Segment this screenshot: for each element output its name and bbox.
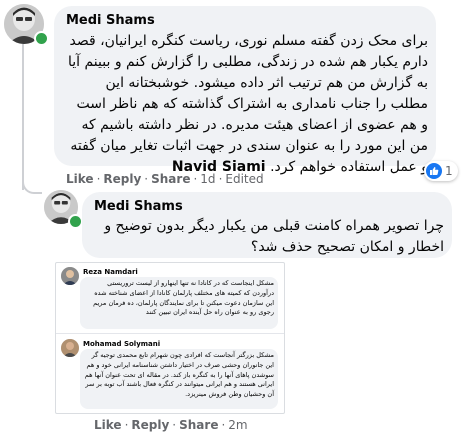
comment-actions: Like · Reply · Share · 1d · Edited: [66, 172, 264, 186]
share-button[interactable]: Share: [151, 172, 190, 186]
comment-text: مشکل اینجاست که در کانادا نه تنها اینهار…: [93, 279, 274, 317]
share-button[interactable]: Share: [179, 418, 218, 432]
comment-author[interactable]: Medi Shams: [66, 13, 155, 28]
comment-text: مشکل بزرگتر آنجاست که افرادی چون شهرام ت…: [84, 351, 274, 399]
edited-label[interactable]: Edited: [225, 172, 263, 186]
like-button[interactable]: Like: [66, 172, 94, 186]
comment-actions: Like · Reply · Share · 2m: [94, 418, 248, 432]
comment-text: چرا تصویر همراه کامنت قبلی من یکبار دیگر…: [104, 218, 444, 255]
comment-body: برای محک زدن گفته مسلم نوری، ریاست کنگره…: [67, 33, 428, 175]
like-reaction-icon: [426, 163, 442, 179]
reaction-count: 1: [445, 164, 453, 178]
avatar: [61, 267, 79, 285]
reply-button[interactable]: Reply: [103, 172, 141, 186]
reply-button[interactable]: Reply: [131, 418, 169, 432]
avatar: [61, 339, 79, 357]
comment-author: Reza Namdari: [83, 268, 138, 276]
thread-line: [22, 40, 24, 190]
comment-text: برای محک زدن گفته مسلم نوری، ریاست کنگره…: [66, 31, 428, 178]
divider: [56, 333, 284, 334]
like-button[interactable]: Like: [94, 418, 122, 432]
comment-timestamp[interactable]: 1d: [200, 172, 215, 186]
attached-image[interactable]: Reza Namdari مشکل اینجاست که در کانادا ن…: [55, 262, 285, 414]
thread-connector: [22, 170, 42, 194]
online-status-dot: [68, 214, 83, 229]
online-status-dot: [34, 31, 49, 46]
comment-timestamp[interactable]: 2m: [228, 418, 247, 432]
comment-author: Mohamad Solymani: [83, 340, 161, 348]
reaction-badge[interactable]: 1: [424, 161, 458, 181]
comment-author[interactable]: Medi Shams: [94, 199, 183, 214]
